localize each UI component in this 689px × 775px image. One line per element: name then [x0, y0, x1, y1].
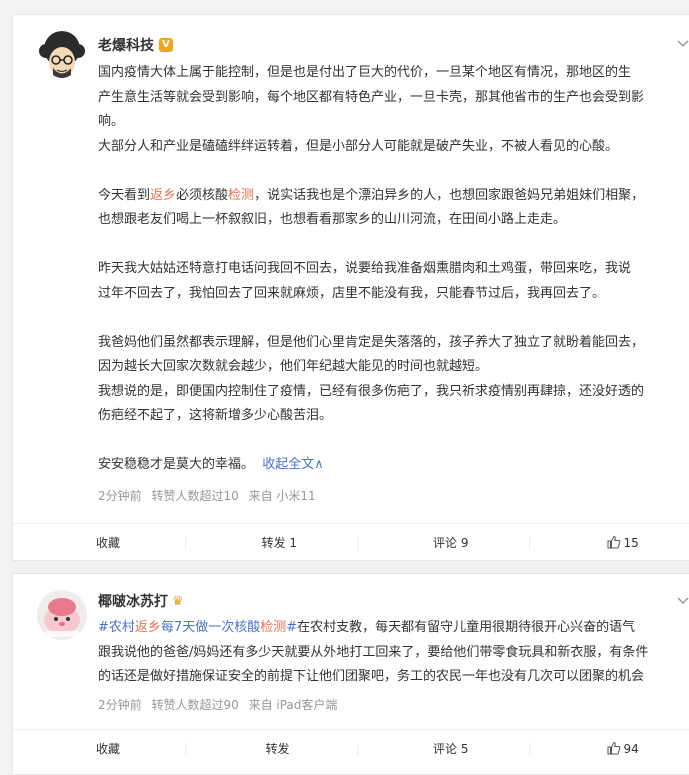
repost-button[interactable]: 转发 1	[186, 524, 359, 560]
collapse-link[interactable]: 收起全文∧	[262, 457, 324, 472]
repost-label: 转发 1	[261, 536, 297, 550]
thumbs-up-icon	[607, 524, 621, 560]
text-line: 的话还是做好措施保证安全的前提下让他们团聚吧，务工的农民一年也没有几次可以团聚的…	[98, 669, 645, 684]
topic-link[interactable]: #农村返乡每7天做一次核酸检测#	[98, 620, 297, 635]
comment-button[interactable]: 评论 5	[358, 730, 531, 768]
crown-icon: ♛	[172, 593, 184, 609]
text-line: 因为越长大回家次数就会越少，他们年纪越大能见的时间也就越短。	[98, 359, 489, 374]
post-header: 椰啵冰苏打 ♛	[98, 591, 184, 611]
username[interactable]: 椰啵冰苏打	[98, 591, 168, 611]
like-count: 94	[623, 742, 639, 756]
post-text: 国内疫情大体上属于能控制，但是也是付出了巨大的代价，一旦某个地区有情况，那地区的…	[98, 61, 689, 478]
avatar[interactable]	[37, 31, 87, 81]
text-line: 响。	[98, 114, 125, 129]
text-segment: 今天看到	[98, 187, 151, 203]
post-time[interactable]: 2分钟前	[98, 489, 142, 503]
text-line: 大部分人和产业是磕磕绊绊运转着，但是小部分人可能就是破产失业，不被人看见的心酸。	[98, 138, 619, 154]
repost-label: 转发	[265, 742, 290, 756]
text-line: 我爸妈他们虽然都表示理解，但是他们心里肯定是失落落的，孩子养大了独立了就盼着能回…	[98, 334, 645, 350]
comment-button[interactable]: 评论 9	[358, 524, 531, 560]
comment-label: 评论 9	[433, 536, 469, 550]
like-button[interactable]: 94	[531, 730, 689, 768]
text-line: 过年不回去了，我怕回去了回来就麻烦，店里不能没有我，只能春节过后，我再回去了。	[98, 285, 606, 301]
action-bar: 收藏 转发 1 评论 9 15	[13, 523, 689, 560]
post-header: 老爆科技 V	[98, 35, 173, 55]
like-button[interactable]: 15	[531, 524, 689, 560]
collect-label: 收藏	[96, 536, 121, 550]
text-line: 产生意生活等就会受到影响，每个地区都有特色产业，一旦卡壳，那其他省市的生产也会受…	[98, 89, 645, 105]
text-segment: 安安稳稳才是莫大的幸福。	[98, 457, 255, 472]
text-line: 伤疤经不起了，这将新增多少心酸苦泪。	[98, 408, 333, 423]
text-segment: ，说实话我也是个漂泊异乡的人，也想回家跟爸妈兄弟姐妹们相聚，	[254, 187, 645, 203]
keyword-link[interactable]: 检测	[228, 188, 254, 203]
text-line: 也想跟老友们喝上一杯叙叙旧，也想看看那家乡的山川河流，在田间小路上走走。	[98, 212, 567, 227]
avatar[interactable]	[37, 590, 87, 640]
username[interactable]: 老爆科技	[98, 35, 154, 55]
post-meta: 2分钟前 转赞人数超过90 来自 iPad客户端	[98, 696, 343, 713]
chevron-down-icon[interactable]	[677, 37, 689, 51]
action-bar: 收藏 转发 评论 5 94	[13, 729, 689, 768]
repost-count: 转赞人数超过10	[151, 489, 239, 503]
text-line: 今天看到返乡必须核酸检测，说实话我也是个漂泊异乡的人，也想回家跟爸妈兄弟姐妹们相…	[98, 184, 689, 209]
text-line: 我想说的是，即便国内控制住了疫情，已经有很多伤疤了，我只祈求疫情别再肆掠，还没好…	[98, 383, 645, 399]
text-line: 昨天我大姑姑还特意打电话问我回不回去，说要给我准备烟熏腊肉和土鸡蛋，带回来吃，我…	[98, 261, 632, 276]
keyword-link[interactable]: 返乡	[150, 188, 176, 203]
text-segment: 必须核酸	[176, 187, 229, 203]
post-card: 椰啵冰苏打 ♛ #农村返乡每7天做一次核酸检测#在农村支教，每天都有留守儿童用很…	[12, 573, 689, 775]
comment-label: 评论 5	[433, 742, 469, 756]
text-line: 国内疫情大体上属于能控制，但是也是付出了巨大的代价，一旦某个地区有情况，那地区的…	[98, 65, 632, 80]
chevron-down-icon[interactable]	[677, 594, 689, 608]
post-text: #农村返乡每7天做一次核酸检测#在农村支教，每天都有留守儿童用很期待很开心兴奋的…	[98, 616, 689, 690]
text-line: #农村返乡每7天做一次核酸检测#在农村支教，每天都有留守儿童用很期待很开心兴奋的…	[98, 616, 689, 641]
collect-button[interactable]: 收藏	[13, 730, 186, 768]
text-segment: 在农村支教，每天都有留守儿童用很期待很开心兴奋的语气	[297, 620, 636, 635]
verified-badge-icon: V	[159, 38, 173, 52]
collect-label: 收藏	[96, 742, 121, 756]
post-card: 老爆科技 V 国内疫情大体上属于能控制，但是也是付出了巨大的代价，一旦某个地区有…	[12, 14, 689, 561]
post-meta: 2分钟前 转赞人数超过10 来自 小米11	[98, 487, 322, 504]
feed: 老爆科技 V 国内疫情大体上属于能控制，但是也是付出了巨大的代价，一旦某个地区有…	[0, 0, 689, 775]
text-line: 安安稳稳才是莫大的幸福。 收起全文∧	[98, 453, 689, 478]
post-source: 来自 小米11	[248, 489, 316, 503]
text-line: 跟我说他的爸爸/妈妈还有多少天就要从外地打工回来了，要给他们带零食玩具和新衣服，…	[98, 644, 649, 660]
collect-button[interactable]: 收藏	[13, 524, 186, 560]
like-count: 15	[623, 536, 639, 550]
thumbs-up-icon	[607, 730, 621, 768]
repost-count: 转赞人数超过90	[151, 698, 239, 712]
post-source: 来自 iPad客户端	[248, 698, 338, 712]
post-time[interactable]: 2分钟前	[98, 698, 142, 712]
repost-button[interactable]: 转发	[186, 730, 359, 768]
